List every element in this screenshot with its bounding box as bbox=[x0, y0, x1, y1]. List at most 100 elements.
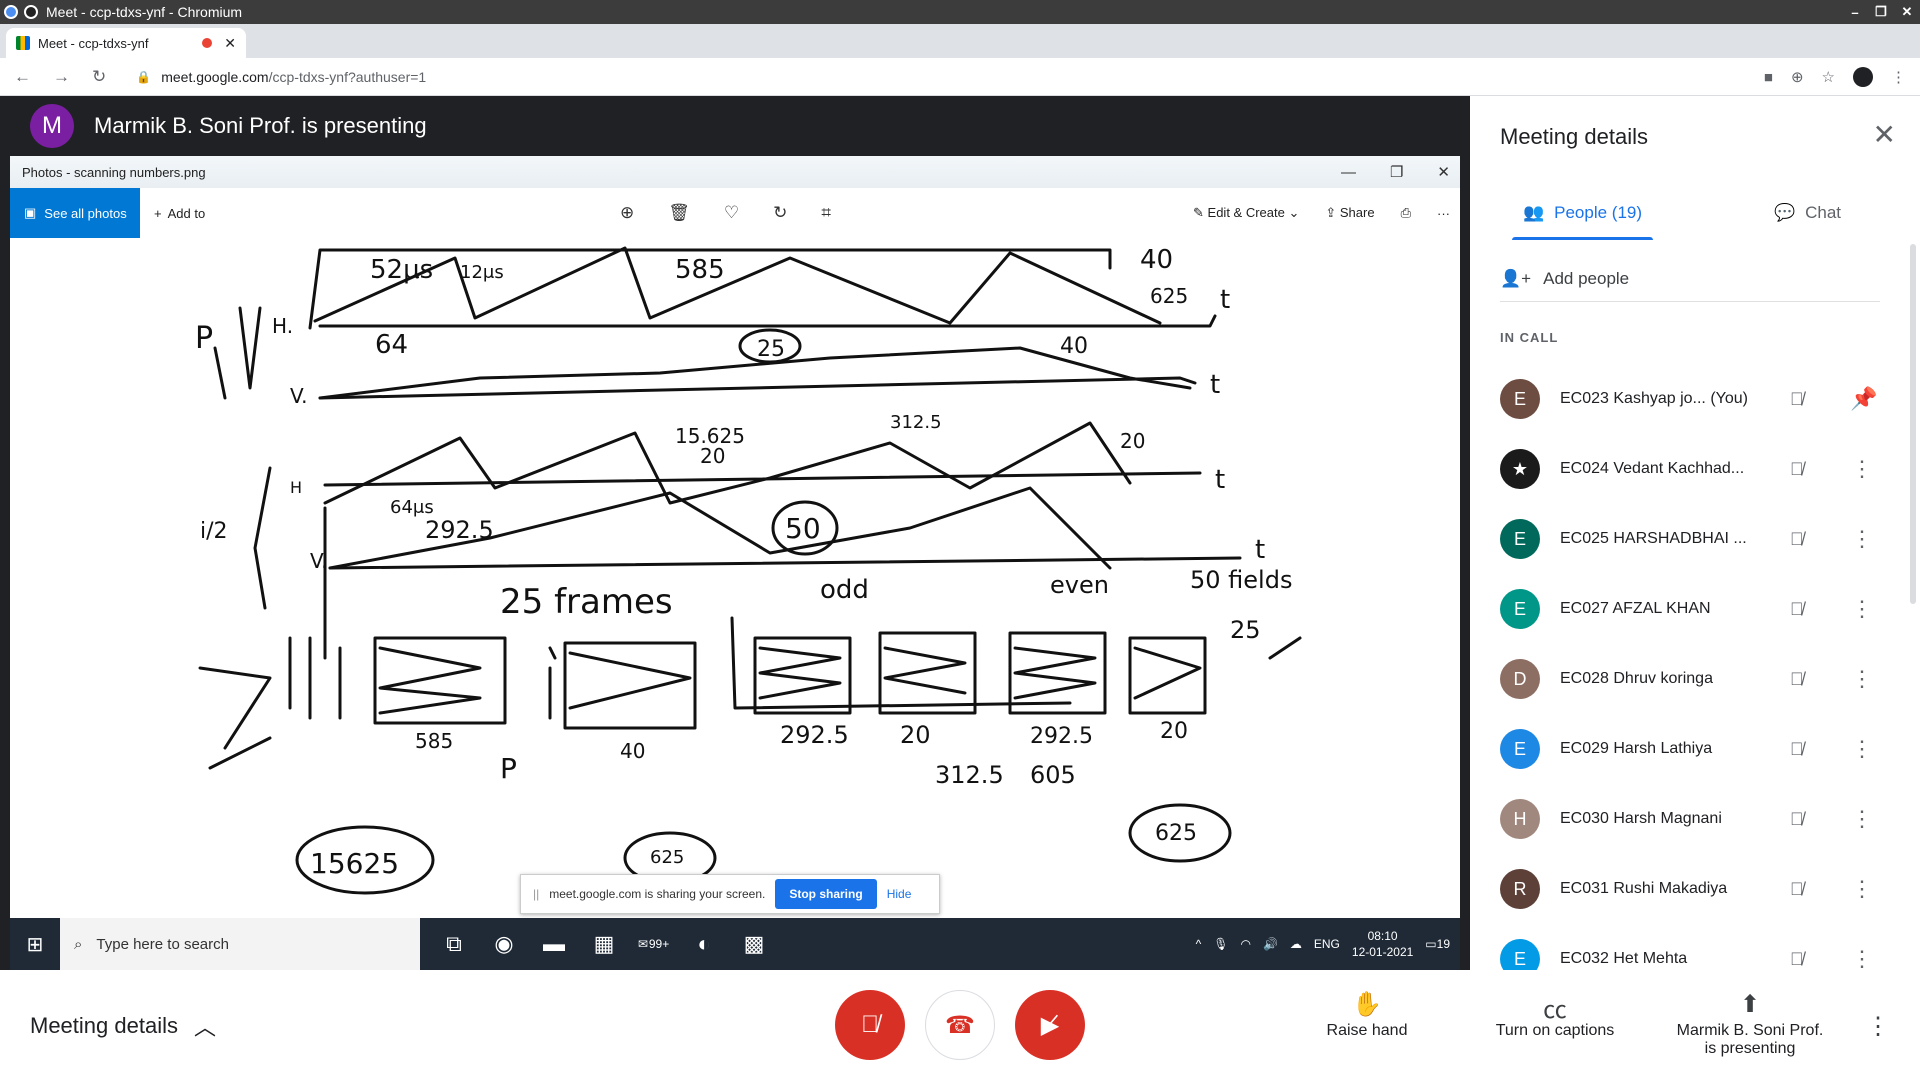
camera-off-button[interactable]: ▶̸ bbox=[1015, 990, 1085, 1060]
photos-close-icon[interactable]: ✕ bbox=[1437, 163, 1450, 181]
edge-icon[interactable]: ◐ bbox=[688, 928, 720, 960]
participant-more-icon[interactable]: ⋮ bbox=[1850, 946, 1874, 972]
participant-row[interactable]: E EC025 HARSHADBHAI ... 🎙̸ ⋮ bbox=[1500, 504, 1900, 574]
participant-more-icon[interactable]: ⋮ bbox=[1850, 596, 1874, 622]
rotate-icon[interactable]: ↻ bbox=[773, 203, 787, 223]
print-icon[interactable]: ⎙ bbox=[1401, 205, 1411, 221]
participant-row[interactable]: E EC023 Kashyap jo... (You) 🎙̸ 📌 bbox=[1500, 364, 1900, 434]
tray-chevron-icon[interactable]: ^ bbox=[1196, 937, 1202, 951]
participant-name: EC031 Rushi Makadiya bbox=[1560, 880, 1728, 897]
favorite-heart-icon[interactable]: ♡ bbox=[724, 203, 739, 223]
reload-icon[interactable]: ↻ bbox=[92, 67, 106, 87]
participant-more-icon[interactable]: ⋮ bbox=[1850, 456, 1874, 482]
participant-name: EC025 HARSHADBHAI ... bbox=[1560, 530, 1747, 547]
leave-call-button[interactable]: ☎ bbox=[925, 990, 995, 1060]
stop-sharing-button[interactable]: Stop sharing bbox=[775, 879, 877, 909]
crop-icon[interactable]: ⌗ bbox=[821, 203, 831, 223]
restore-icon[interactable]: ❐ bbox=[1868, 0, 1894, 24]
hide-button[interactable]: Hide bbox=[887, 887, 912, 901]
participant-more-icon[interactable]: ⋮ bbox=[1850, 666, 1874, 692]
participant-more-icon[interactable]: ⋮ bbox=[1850, 876, 1874, 902]
mail-icon[interactable]: ✉ 99+ bbox=[638, 928, 670, 960]
taskbar-search[interactable]: ⌕ Type here to search bbox=[60, 918, 420, 970]
taskbar-clock[interactable]: 08:10 12-01-2021 bbox=[1352, 928, 1413, 960]
windows-start-icon[interactable]: ⊞ bbox=[10, 918, 60, 970]
store-icon[interactable]: ▦ bbox=[588, 928, 620, 960]
participant-row[interactable]: E EC027 AFZAL KHAN 🎙̸ ⋮ bbox=[1500, 574, 1900, 644]
share-button[interactable]: ⇪ Share bbox=[1325, 205, 1374, 221]
address-bar[interactable]: meet.google.com/ccp-tdxs-ynf?authuser=1 bbox=[161, 69, 426, 85]
participant-row[interactable]: ★ EC024 Vedant Kachhad... 🎙̸ ⋮ bbox=[1500, 434, 1900, 504]
close-panel-icon[interactable]: ✕ bbox=[1873, 118, 1896, 151]
zoom-in-icon[interactable]: ⊕ bbox=[620, 203, 634, 223]
participant-row[interactable]: D EC028 Dhruv koringa 🎙̸ ⋮ bbox=[1500, 644, 1900, 714]
participant-row[interactable]: H EC030 Harsh Magnani 🎙̸ ⋮ bbox=[1500, 784, 1900, 854]
forward-icon[interactable]: → bbox=[53, 67, 70, 87]
network-icon[interactable]: ◠ bbox=[1240, 937, 1250, 951]
camera-off-icon: ▶̸ bbox=[1040, 1011, 1060, 1039]
participant-row[interactable]: R EC031 Rushi Makadiya 🎙̸ ⋮ bbox=[1500, 854, 1900, 924]
share-message: meet.google.com is sharing your screen. bbox=[549, 887, 766, 901]
participant-more-icon[interactable]: ⋮ bbox=[1850, 526, 1874, 552]
photos-minimize-icon[interactable]: — bbox=[1341, 164, 1356, 181]
zoom-icon[interactable]: ⊕ bbox=[1791, 68, 1804, 86]
meeting-details-toggle[interactable]: Meeting details ︿ bbox=[30, 1010, 216, 1042]
participant-name: EC032 Het Mehta bbox=[1560, 950, 1688, 967]
meeting-details-label: Meeting details bbox=[30, 1013, 178, 1038]
participant-more-icon[interactable]: ⋮ bbox=[1850, 806, 1874, 832]
mic-tray-icon[interactable]: 🎙 bbox=[1213, 937, 1228, 951]
p-stroke bbox=[213, 346, 227, 400]
taskbar-search-placeholder: Type here to search bbox=[96, 935, 229, 953]
raise-hand-button[interactable]: ✋ Raise hand bbox=[1322, 990, 1412, 1040]
captions-icon: ㏄ bbox=[1543, 997, 1567, 1024]
tab-people[interactable]: 👥 People (19) bbox=[1470, 186, 1695, 240]
participant-name: EC023 Kashyap jo... (You) bbox=[1560, 390, 1748, 407]
mic-off-button[interactable]: 🎙̸ bbox=[835, 990, 905, 1060]
close-window-icon[interactable]: ✕ bbox=[1894, 0, 1920, 24]
browser-menu-icon[interactable]: ⋮ bbox=[1891, 68, 1906, 86]
lock-icon[interactable]: 🔒 bbox=[136, 70, 151, 84]
participant-row[interactable]: E EC029 Harsh Lathiya 🎙̸ ⋮ bbox=[1500, 714, 1900, 784]
pin-icon[interactable]: 📌 bbox=[1850, 386, 1877, 412]
panel-scrollbar[interactable] bbox=[1910, 244, 1916, 604]
notifications-icon[interactable]: ▭19 bbox=[1425, 937, 1450, 951]
close-tab-icon[interactable]: ✕ bbox=[224, 35, 236, 52]
language-indicator[interactable]: ENG bbox=[1314, 937, 1340, 951]
hw-15625: 15625 bbox=[310, 847, 399, 880]
chrome-icon[interactable]: ◉ bbox=[488, 928, 520, 960]
more-options-icon[interactable]: ··· bbox=[1437, 206, 1450, 221]
back-icon[interactable]: ← bbox=[14, 67, 31, 87]
hw-20: 20 bbox=[700, 444, 725, 468]
drag-handle-icon[interactable]: || bbox=[533, 887, 539, 901]
participant-avatar: E bbox=[1500, 589, 1540, 629]
search-icon: ⌕ bbox=[74, 935, 83, 953]
more-options-icon[interactable]: ⋮ bbox=[1866, 1012, 1890, 1041]
tab-chat[interactable]: 💬 Chat bbox=[1695, 186, 1920, 240]
minimize-icon[interactable]: – bbox=[1842, 0, 1868, 24]
delete-icon[interactable]: 🗑 bbox=[668, 203, 690, 223]
participant-more-icon[interactable]: ⋮ bbox=[1850, 736, 1874, 762]
presenting-button[interactable]: ⬆ Marmik B. Soni Prof. is presenting bbox=[1670, 990, 1830, 1058]
task-view-icon[interactable]: ⧉ bbox=[438, 928, 470, 960]
camera-icon[interactable]: ■ bbox=[1764, 69, 1773, 86]
photos-window-controls: — ❐ ✕ bbox=[1341, 156, 1450, 188]
captions-button[interactable]: ㏄ Turn on captions bbox=[1485, 990, 1625, 1040]
hw-P-2: P bbox=[500, 752, 517, 785]
see-all-photos-button[interactable]: ▣ See all photos bbox=[10, 188, 140, 238]
hw-25-b: 25 bbox=[1230, 616, 1261, 644]
hw-20-d: 20 bbox=[1160, 719, 1188, 744]
profile-avatar[interactable] bbox=[1853, 67, 1873, 87]
add-to-button[interactable]: + Add to bbox=[154, 206, 205, 221]
edit-create-button[interactable]: ✎ Edit & Create ⌄ bbox=[1193, 205, 1299, 221]
photos-restore-icon[interactable]: ❐ bbox=[1390, 163, 1403, 181]
photos-app-icon[interactable]: ▩ bbox=[738, 928, 770, 960]
file-explorer-icon[interactable]: ▬ bbox=[538, 928, 570, 960]
onedrive-icon[interactable]: ☁ bbox=[1290, 937, 1302, 951]
bookmark-star-icon[interactable]: ☆ bbox=[1822, 68, 1835, 86]
hw-625-c: 625 bbox=[1155, 821, 1197, 846]
panel-tabs: 👥 People (19) 💬 Chat bbox=[1470, 186, 1920, 240]
volume-icon[interactable]: 🔊 bbox=[1263, 937, 1278, 951]
presenter-label: Marmik B. Soni Prof. is presenting bbox=[94, 113, 427, 138]
browser-tab[interactable]: Meet - ccp-tdxs-ynf ✕ bbox=[6, 28, 246, 58]
add-people-button[interactable]: 👤+ Add people bbox=[1500, 256, 1880, 302]
